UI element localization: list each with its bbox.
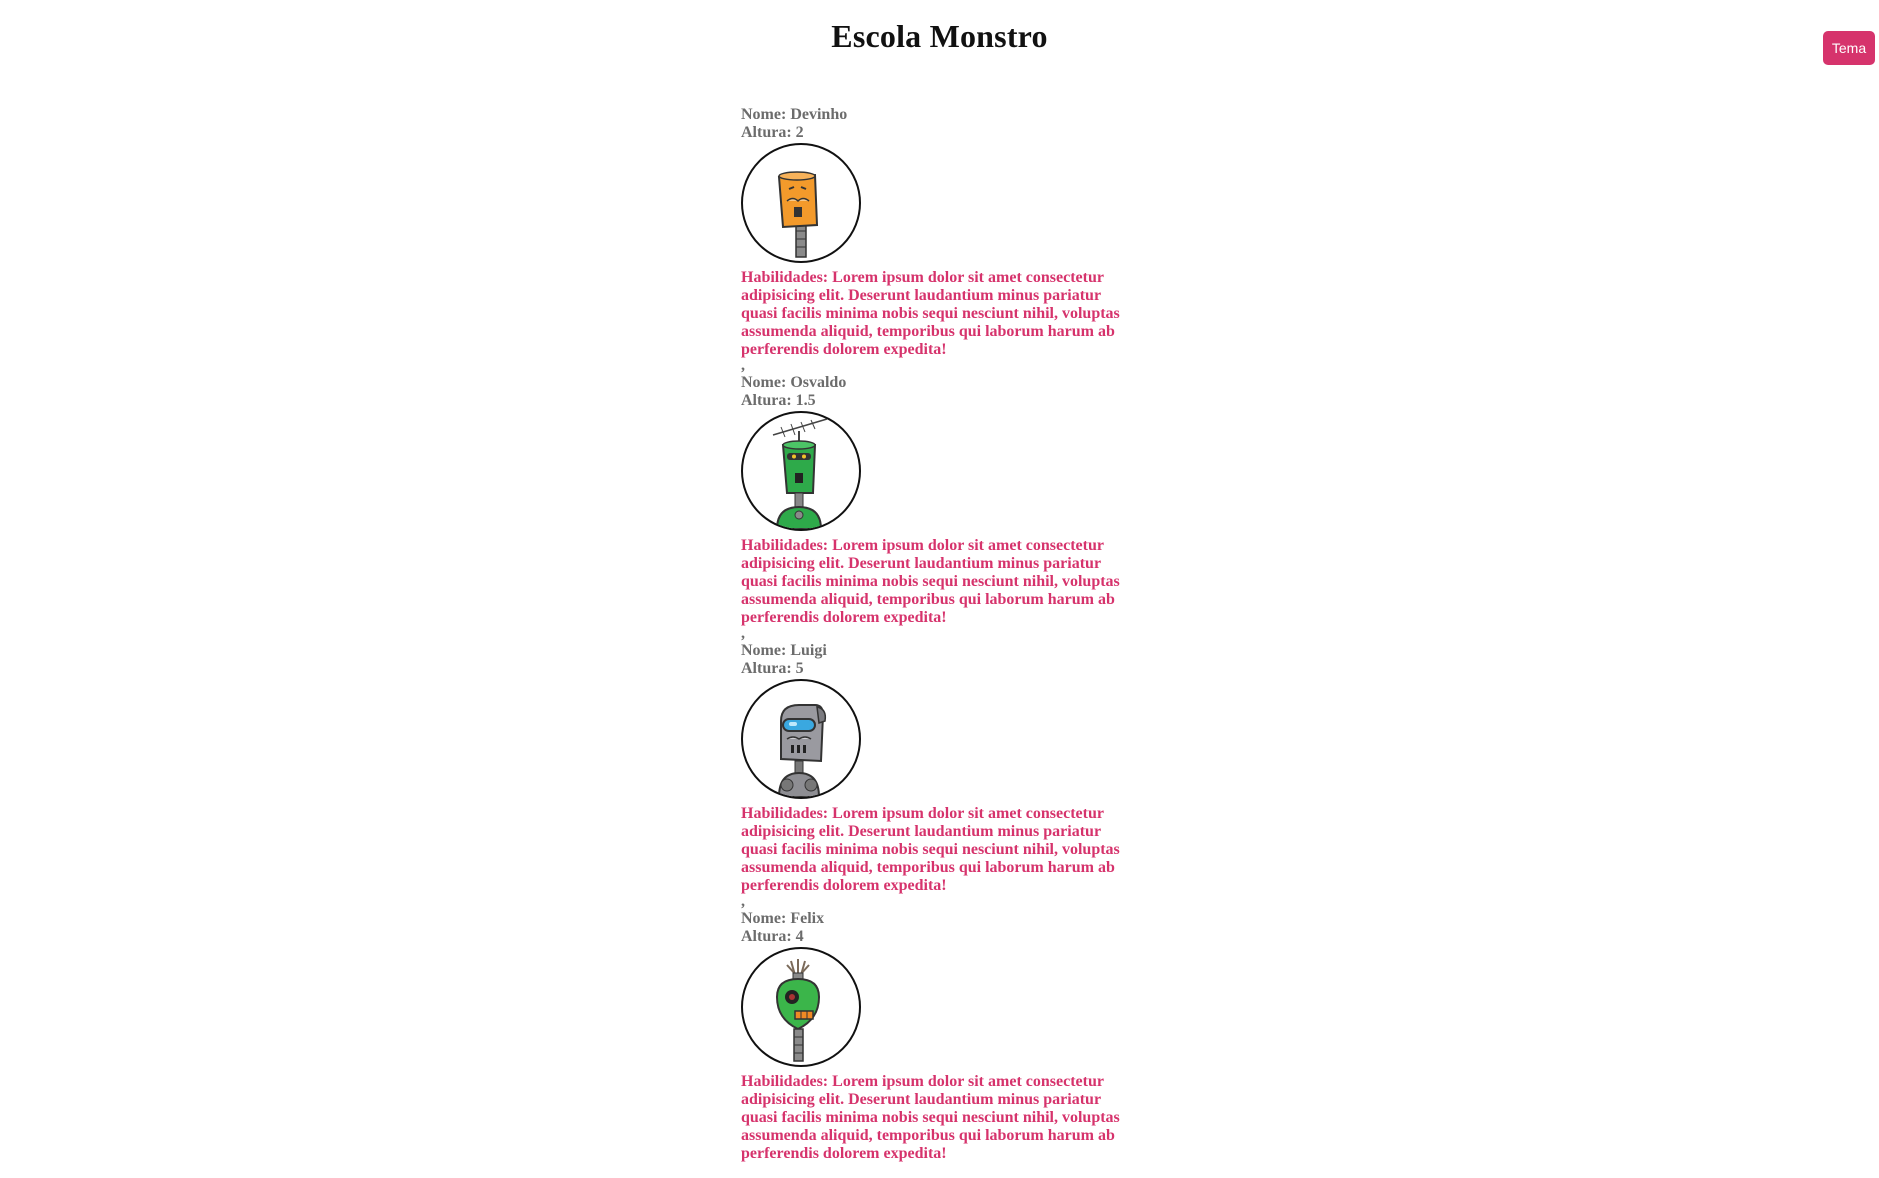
height-label: Altura:	[741, 392, 796, 409]
name-value: Devinho	[790, 106, 848, 123]
monster-height: Altura: 5	[741, 660, 1141, 678]
page-title: Escola Monstro	[831, 18, 1048, 54]
height-value: 4	[795, 928, 804, 945]
height-value: 1.5	[795, 392, 816, 409]
monster-card: Nome: Osvaldo Altura: 1.5 Habilidades: L…	[741, 374, 1141, 642]
monster-name: Nome: Devinho	[741, 106, 1141, 124]
height-label: Altura:	[741, 928, 796, 945]
height-value: 2	[795, 124, 804, 141]
monster-skills: Habilidades: Lorem ipsum dolor sit amet …	[741, 269, 1131, 359]
green-cyclops-robot-icon	[741, 947, 861, 1067]
skills-label: Habilidades:	[741, 805, 833, 822]
monster-card: Nome: Devinho Altura: 2 Habilidades: Lor…	[741, 106, 1141, 374]
gray-visor-robot-icon	[741, 679, 861, 799]
name-label: Nome:	[741, 374, 791, 391]
height-label: Altura:	[741, 660, 796, 677]
monster-height: Altura: 2	[741, 124, 1141, 142]
monster-height: Altura: 1.5	[741, 392, 1141, 410]
skills-label: Habilidades:	[741, 1073, 833, 1090]
name-value: Osvaldo	[790, 374, 847, 391]
name-value: Felix	[790, 910, 825, 927]
monster-name: Nome: Luigi	[741, 642, 1141, 660]
name-value: Luigi	[790, 642, 827, 659]
monster-name: Nome: Osvaldo	[741, 374, 1141, 392]
monster-skills: Habilidades: Lorem ipsum dolor sit amet …	[741, 1073, 1131, 1163]
monster-skills: Habilidades: Lorem ipsum dolor sit amet …	[741, 805, 1131, 895]
name-label: Nome:	[741, 106, 791, 123]
name-label: Nome:	[741, 910, 791, 927]
monster-name: Nome: Felix	[741, 910, 1141, 928]
monster-skills: Habilidades: Lorem ipsum dolor sit amet …	[741, 537, 1131, 627]
monster-card: Nome: Felix Altura: 4 Habilidades: Lorem…	[741, 910, 1141, 1178]
height-label: Altura:	[741, 124, 796, 141]
theme-toggle-button[interactable]: Tema	[1823, 31, 1875, 65]
green-antenna-robot-icon	[741, 411, 861, 531]
orange-robot-icon	[741, 143, 861, 263]
monster-card: Nome: Luigi Altura: 5 Habilidades: Lorem…	[741, 642, 1141, 910]
skills-label: Habilidades:	[741, 537, 833, 554]
monster-list: Nome: Devinho Altura: 2 Habilidades: Lor…	[741, 106, 1141, 1178]
skills-label: Habilidades:	[741, 269, 833, 286]
name-label: Nome:	[741, 642, 791, 659]
monster-height: Altura: 4	[741, 928, 1141, 946]
height-value: 5	[795, 660, 804, 677]
